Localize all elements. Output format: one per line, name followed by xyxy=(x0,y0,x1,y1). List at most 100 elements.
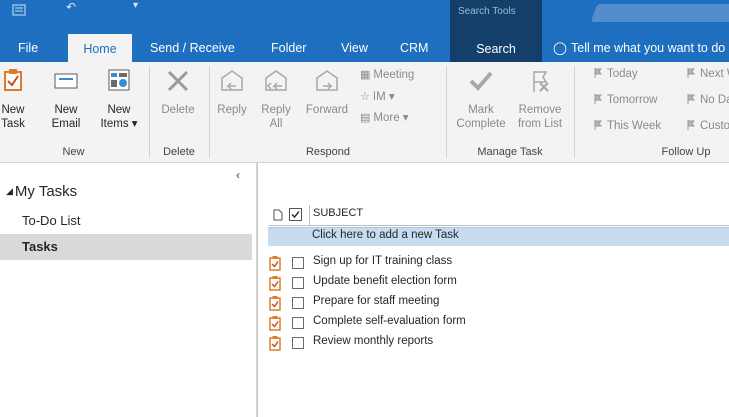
next-week-label: Next Week xyxy=(700,68,729,80)
app-menu-icon[interactable] xyxy=(12,4,26,16)
task-complete-checkbox[interactable] xyxy=(292,337,304,349)
new-task-line1: New xyxy=(1,104,25,116)
mark-complete-icon xyxy=(469,71,493,91)
delete-label: Delete xyxy=(161,104,195,116)
tab-folder[interactable]: Folder xyxy=(271,36,306,62)
group-separator xyxy=(149,66,150,158)
task-subject: Review monthly reports xyxy=(313,335,434,347)
task-subject: Update benefit election form xyxy=(313,275,457,287)
flag-icon xyxy=(687,94,695,104)
column-header-row: SUBJECT xyxy=(269,205,729,226)
search-tools-label: Search Tools xyxy=(458,6,516,17)
mark-line2: Complete xyxy=(456,118,506,130)
new-email-button[interactable]: New Email xyxy=(51,68,81,131)
reply-all-button[interactable]: Reply All xyxy=(258,68,294,131)
column-separator xyxy=(309,205,310,225)
reply-label: Reply xyxy=(217,104,247,116)
nav-item-label: Tasks xyxy=(22,239,58,254)
forward-label: Forward xyxy=(305,104,349,116)
followup-tomorrow-button[interactable]: Tomorrow xyxy=(594,94,657,106)
tell-me-text: Tell me what you want to do xyxy=(571,41,726,55)
tab-crm[interactable]: CRM xyxy=(400,36,428,62)
new-task-button[interactable]: New Task xyxy=(0,68,26,131)
task-row[interactable]: Complete self-evaluation form xyxy=(269,313,729,333)
followup-next-week-button[interactable]: Next Week xyxy=(687,68,729,80)
new-items-line1: New xyxy=(107,104,131,116)
followup-this-week-button[interactable]: This Week xyxy=(594,120,661,132)
quick-access-dropdown-icon[interactable]: ▾ xyxy=(133,0,138,11)
tab-home[interactable]: Home xyxy=(68,34,132,62)
more-respond-button[interactable]: ▤ More ▾ xyxy=(360,110,409,124)
mark-complete-button[interactable]: Mark Complete xyxy=(452,68,510,131)
task-complete-checkbox[interactable] xyxy=(292,277,304,289)
flag-icon xyxy=(687,120,695,130)
task-item-icon xyxy=(269,336,281,351)
more-icon: ▤ xyxy=(360,112,371,124)
new-items-button[interactable]: New Items ▾ xyxy=(96,68,142,131)
flag-icon xyxy=(687,68,695,78)
add-new-task-placeholder: Click here to add a new Task xyxy=(312,229,459,241)
reply-button[interactable]: Reply xyxy=(214,68,250,117)
remove-from-list-icon xyxy=(533,71,549,92)
task-item-icon xyxy=(269,296,281,311)
nav-item-to-do-list[interactable]: To-Do List xyxy=(0,208,252,234)
no-date-label: No Date xyxy=(700,94,729,106)
im-button[interactable]: ☆ IM ▾ xyxy=(360,89,395,103)
search-box[interactable] xyxy=(590,4,729,22)
collapse-chevron-icon[interactable]: ‹ xyxy=(236,168,240,182)
my-tasks-header[interactable]: ◢ My Tasks xyxy=(6,183,77,200)
group-separator xyxy=(446,66,447,158)
task-item-icon xyxy=(269,256,281,271)
remove-from-list-button[interactable]: Remove from List xyxy=(512,68,568,131)
navigation-pane: ‹ ◢ My Tasks To-Do List Tasks xyxy=(0,163,257,417)
nav-item-tasks[interactable]: Tasks xyxy=(0,234,252,260)
task-row[interactable]: Sign up for IT training class xyxy=(269,253,729,273)
meeting-label: Meeting xyxy=(373,69,415,81)
group-label-delete: Delete xyxy=(163,146,195,158)
task-complete-checkbox[interactable] xyxy=(292,257,304,269)
new-task-icon xyxy=(4,69,22,91)
tab-file[interactable]: File xyxy=(18,36,38,62)
add-new-task-row[interactable]: Click here to add a new Task xyxy=(268,227,729,246)
document-icon[interactable] xyxy=(273,209,283,221)
delete-button[interactable]: Delete xyxy=(156,68,200,117)
remove-line1: Remove xyxy=(518,104,562,116)
expand-triangle-icon: ◢ xyxy=(6,186,13,196)
new-task-line2: Task xyxy=(1,118,25,130)
delete-icon xyxy=(167,70,189,92)
checkbox-icon[interactable] xyxy=(289,208,302,221)
tab-send-receive[interactable]: Send / Receive xyxy=(150,36,235,62)
tab-view[interactable]: View xyxy=(341,36,368,62)
undo-icon[interactable]: ↶ xyxy=(66,0,76,14)
task-row[interactable]: Prepare for staff meeting xyxy=(269,293,729,313)
followup-custom-button[interactable]: Custom xyxy=(687,120,729,132)
task-item-icon xyxy=(269,316,281,331)
task-row[interactable]: Review monthly reports xyxy=(269,333,729,353)
new-email-icon xyxy=(54,73,78,89)
search-tools-context-header: Search Tools xyxy=(450,0,542,28)
task-row[interactable]: Update benefit election form xyxy=(269,273,729,293)
meeting-button[interactable]: ▦ Meeting xyxy=(360,68,414,81)
tell-me-box[interactable]: ◯ Tell me what you want to do xyxy=(553,36,725,60)
meeting-icon: ▦ xyxy=(360,69,371,81)
my-tasks-label: My Tasks xyxy=(14,183,78,200)
reply-all-line1: Reply xyxy=(261,104,291,116)
subject-column-header[interactable]: SUBJECT xyxy=(313,207,363,219)
custom-label: Custom xyxy=(700,120,729,132)
followup-today-button[interactable]: Today xyxy=(594,68,638,80)
task-complete-checkbox[interactable] xyxy=(292,297,304,309)
this-week-label: This Week xyxy=(607,120,662,132)
lightbulb-icon: ◯ xyxy=(553,41,567,55)
group-separator xyxy=(574,66,575,158)
group-label-follow-up: Follow Up xyxy=(661,146,711,158)
mark-line1: Mark xyxy=(468,104,494,116)
group-label-new: New xyxy=(62,146,85,158)
task-complete-checkbox[interactable] xyxy=(292,317,304,329)
forward-button[interactable]: Forward xyxy=(302,68,352,117)
more-label: More ▾ xyxy=(373,112,409,124)
flag-icon xyxy=(594,94,602,104)
tab-search[interactable]: Search xyxy=(450,28,542,62)
im-icon: ☆ xyxy=(360,91,370,103)
group-separator xyxy=(209,66,210,158)
followup-no-date-button[interactable]: No Date xyxy=(687,94,729,106)
